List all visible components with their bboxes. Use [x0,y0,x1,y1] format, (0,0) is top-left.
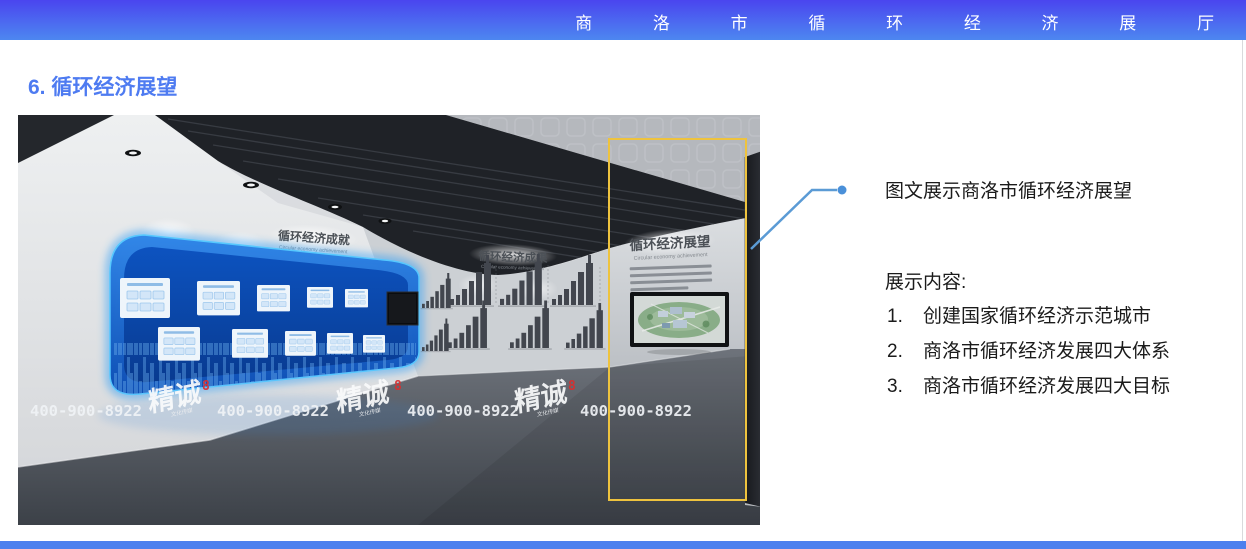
item-text: 商洛市循环经济发展四大目标 [923,376,1170,398]
callout-connector [735,140,865,260]
highlight-rectangle [608,138,747,501]
watermark-phone: 400-900-8922 [30,402,142,420]
section-title: 6. 循环经济展望 [28,71,177,101]
page: 商 洛 市 循 环 经 济 展 厅 6. 循环经济展望 [0,0,1246,549]
watermark-red-mark: 8 [568,379,576,394]
content-right-border [1242,40,1243,541]
item-number: 2. [887,341,923,363]
callout-dot [838,186,847,195]
watermark-red-mark: 8 [394,379,402,394]
annotation-description: 图文展示商洛市循环经济展望 [885,181,1132,203]
content-item: 2. 商洛市循环经济发展四大体系 [887,341,1227,363]
item-number: 3. [887,376,923,398]
callout-line [751,190,837,249]
watermark-phone: 400-900-8922 [407,402,519,420]
item-text: 商洛市循环经济发展四大体系 [923,341,1170,363]
content-item: 1. 创建国家循环经济示范城市 [887,306,1227,328]
item-text: 创建国家循环经济示范城市 [923,306,1151,328]
wall-screen [387,292,418,325]
content-item: 3. 商洛市循环经济发展四大目标 [887,376,1227,398]
watermark-phone: 400-900-8922 [217,402,329,420]
header-title: 商 洛 市 循 环 经 济 展 厅 [575,9,1242,34]
header-bar: 商 洛 市 循 环 经 济 展 厅 [0,0,1246,40]
item-number: 1. [887,306,923,328]
footer-bar [0,541,1246,549]
led-display-wall [110,235,419,395]
content-list: 1. 创建国家循环经济示范城市 2. 商洛市循环经济发展四大体系 3. 商洛市循… [887,306,1227,411]
watermark-red-mark: 8 [202,379,210,394]
content-heading: 展示内容: [885,272,966,294]
